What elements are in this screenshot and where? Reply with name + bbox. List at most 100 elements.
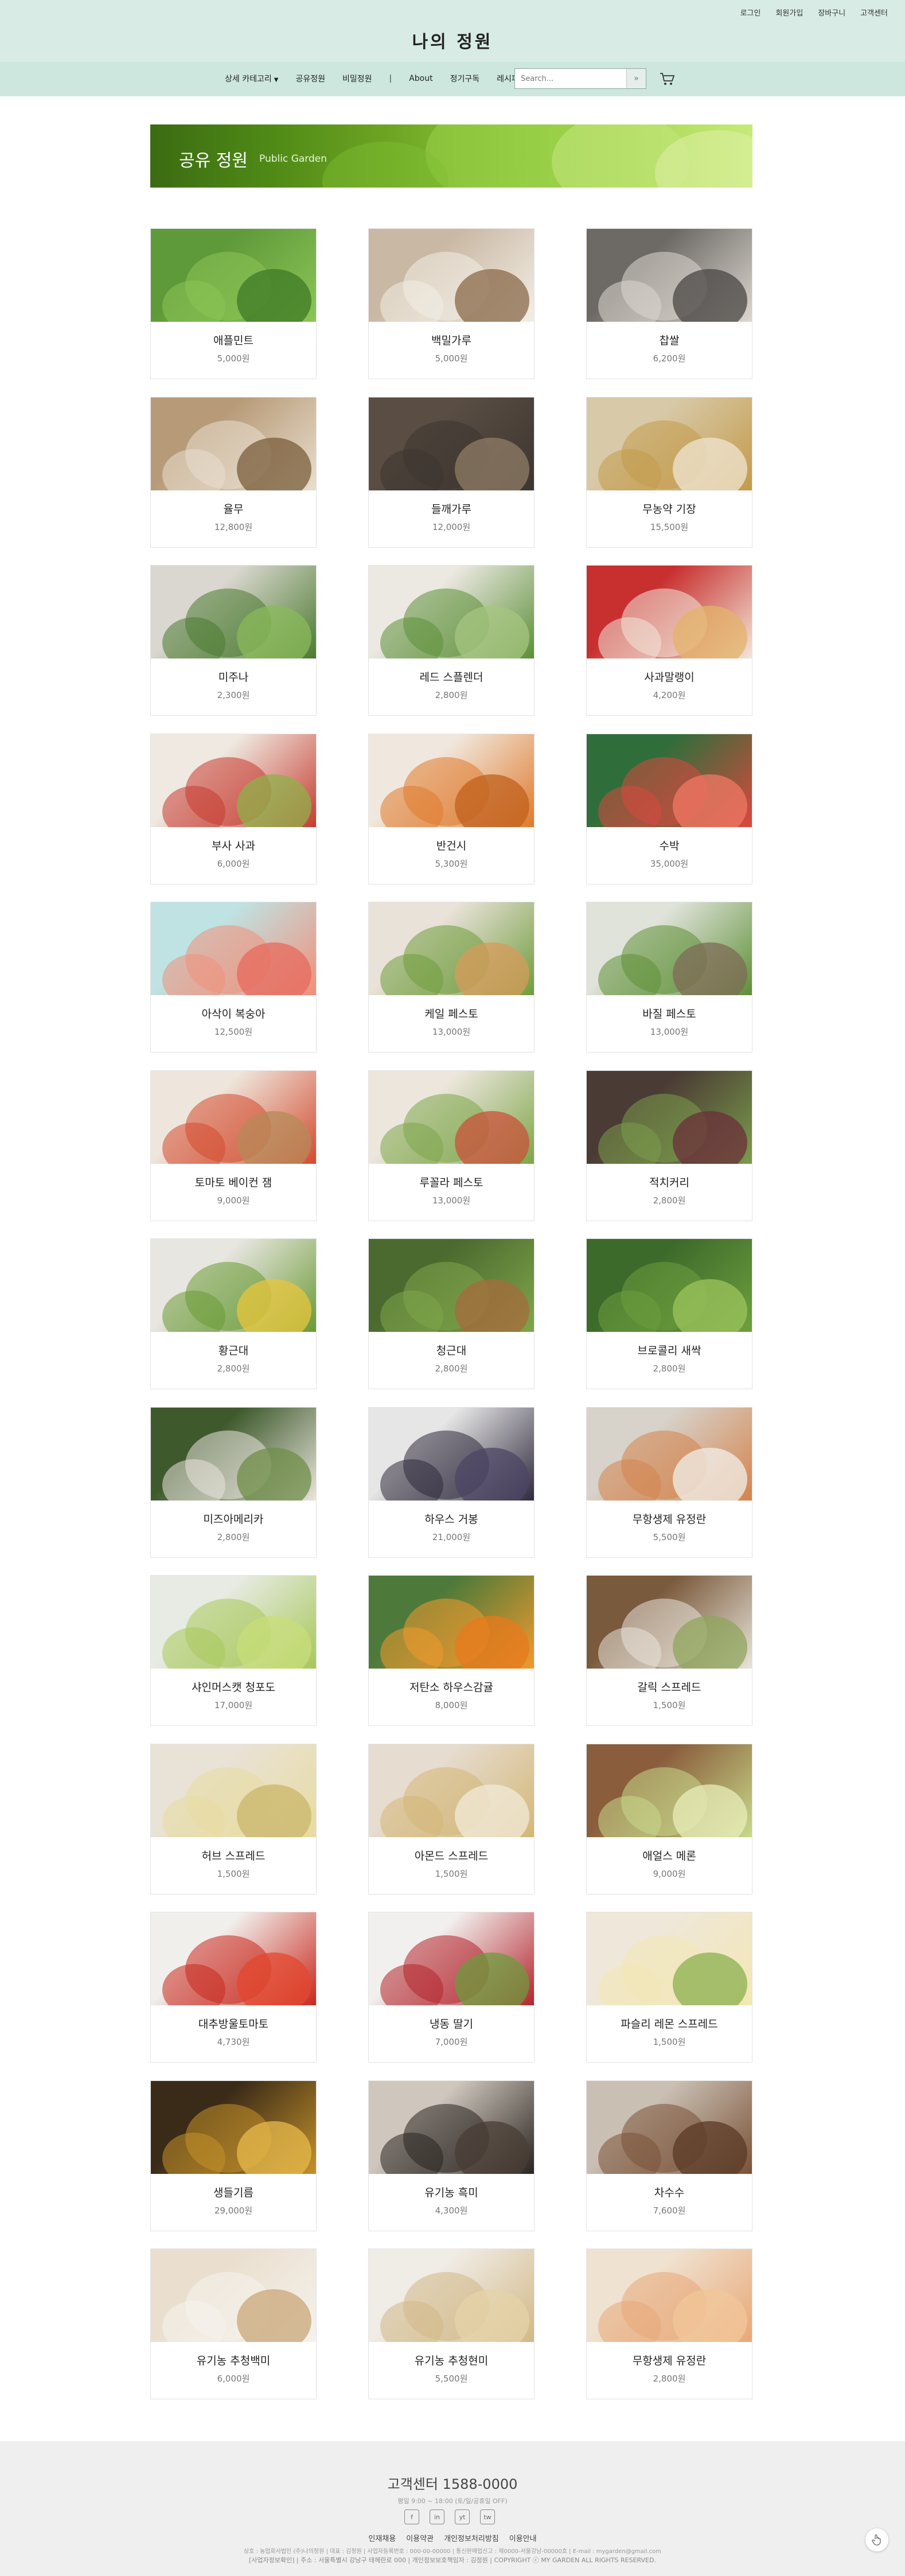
product-card[interactable]: 저탄소 하우스감귤 8,000원 <box>368 1575 535 1726</box>
product-image[interactable] <box>151 1576 316 1669</box>
customer-center-link[interactable]: 고객센터 <box>860 7 888 18</box>
youtube-icon[interactable]: yt <box>455 2509 470 2524</box>
product-card[interactable]: 차수수 7,600원 <box>586 2080 752 2231</box>
nav-category-dropdown[interactable]: 상세 카테고리 ▼ <box>225 73 278 84</box>
product-card[interactable]: 허브 스프레드 1,500원 <box>150 1744 317 1895</box>
product-image[interactable] <box>151 397 316 490</box>
product-card[interactable]: 유기농 추청현미 5,500원 <box>368 2248 535 2399</box>
pointer-hand-icon[interactable] <box>865 2528 889 2552</box>
product-image[interactable] <box>369 1576 534 1669</box>
nav-item-public-garden[interactable]: 공유정원 <box>295 73 325 84</box>
product-image[interactable] <box>369 1239 534 1332</box>
product-card[interactable]: 찹쌀 6,200원 <box>586 228 752 379</box>
product-card[interactable]: 수박 35,000원 <box>586 734 752 884</box>
product-image[interactable] <box>587 1744 752 1837</box>
product-image[interactable] <box>587 397 752 490</box>
product-card[interactable]: 아몬드 스프레드 1,500원 <box>368 1744 535 1895</box>
instagram-icon[interactable]: in <box>430 2509 444 2524</box>
nav-item-about[interactable]: About <box>409 74 432 83</box>
product-image[interactable] <box>587 1576 752 1669</box>
product-image[interactable] <box>369 566 534 658</box>
product-image[interactable] <box>151 734 316 827</box>
product-card[interactable]: 토마토 베이컨 잼 9,000원 <box>150 1070 317 1221</box>
product-image[interactable] <box>369 2249 534 2342</box>
product-image[interactable] <box>151 902 316 995</box>
product-card[interactable]: 백밀가루 5,000원 <box>368 228 535 379</box>
product-card[interactable]: 사과말랭이 4,200원 <box>586 565 752 716</box>
product-image[interactable] <box>151 2081 316 2174</box>
product-image[interactable] <box>151 1071 316 1164</box>
product-card[interactable]: 유기농 흑미 4,300원 <box>368 2080 535 2231</box>
product-image[interactable] <box>587 734 752 827</box>
product-card[interactable]: 생들기름 29,000원 <box>150 2080 317 2231</box>
product-image[interactable] <box>151 2249 316 2342</box>
product-card[interactable]: 들깨가루 12,000원 <box>368 397 535 548</box>
product-image[interactable] <box>151 1239 316 1332</box>
product-card[interactable]: 황근대 2,800원 <box>150 1238 317 1389</box>
cart-link[interactable]: 장바구니 <box>818 7 845 18</box>
product-image[interactable] <box>369 1071 534 1164</box>
facebook-icon[interactable]: f <box>404 2509 419 2524</box>
product-card[interactable]: 갈릭 스프레드 1,500원 <box>586 1575 752 1726</box>
product-card[interactable]: 케일 페스토 13,000원 <box>368 902 535 1053</box>
product-card[interactable]: 청근대 2,800원 <box>368 1238 535 1389</box>
product-card[interactable]: 루꼴라 페스토 13,000원 <box>368 1070 535 1221</box>
product-card[interactable]: 대추방울토마토 4,730원 <box>150 1912 317 2063</box>
product-image[interactable] <box>369 1408 534 1501</box>
product-card[interactable]: 아삭이 복숭아 12,500원 <box>150 902 317 1053</box>
site-title[interactable]: 나의 정원 <box>0 28 905 53</box>
product-image[interactable] <box>151 1912 316 2005</box>
product-card[interactable]: 샤인머스캣 청포도 17,000원 <box>150 1575 317 1726</box>
footer-link-guide[interactable]: 이용안내 <box>509 2532 537 2543</box>
product-card[interactable]: 바질 페스토 13,000원 <box>586 902 752 1053</box>
nav-item-secret-garden[interactable]: 비밀정원 <box>342 73 372 84</box>
footer-link-terms[interactable]: 이용약관 <box>406 2532 434 2543</box>
product-card[interactable]: 애얼스 메론 9,000원 <box>586 1744 752 1895</box>
product-card[interactable]: 율무 12,800원 <box>150 397 317 548</box>
product-image[interactable] <box>587 2081 752 2174</box>
footer-link-privacy[interactable]: 개인정보처리방침 <box>444 2532 499 2543</box>
product-image[interactable] <box>369 734 534 827</box>
product-image[interactable] <box>369 1912 534 2005</box>
product-image[interactable] <box>587 1408 752 1501</box>
product-image[interactable] <box>369 397 534 490</box>
twitter-icon[interactable]: tw <box>480 2509 495 2524</box>
product-image[interactable] <box>587 1239 752 1332</box>
product-image[interactable] <box>151 229 316 322</box>
product-card[interactable]: 무항생제 유정란 5,500원 <box>586 1407 752 1558</box>
product-image[interactable] <box>369 2081 534 2174</box>
product-card[interactable]: 반건시 5,300원 <box>368 734 535 884</box>
product-image[interactable] <box>151 1408 316 1501</box>
product-image[interactable] <box>151 566 316 658</box>
product-image[interactable] <box>587 902 752 995</box>
product-image[interactable] <box>587 566 752 658</box>
product-card[interactable]: 부사 사과 6,000원 <box>150 734 317 884</box>
product-image[interactable] <box>369 902 534 995</box>
signup-link[interactable]: 회원가입 <box>775 7 803 18</box>
product-image[interactable] <box>151 1744 316 1837</box>
product-image[interactable] <box>587 1071 752 1164</box>
product-card[interactable]: 적치커리 2,800원 <box>586 1070 752 1221</box>
footer-link-careers[interactable]: 인재채용 <box>368 2532 396 2543</box>
product-card[interactable]: 미즈아메리카 2,800원 <box>150 1407 317 1558</box>
product-image[interactable] <box>369 229 534 322</box>
product-card[interactable]: 하우스 거봉 21,000원 <box>368 1407 535 1558</box>
product-image[interactable] <box>587 2249 752 2342</box>
search-input[interactable] <box>515 69 626 88</box>
product-image[interactable] <box>587 1912 752 2005</box>
nav-item-subscription[interactable]: 정기구독 <box>450 73 480 84</box>
search-button[interactable]: » <box>626 69 646 88</box>
product-card[interactable]: 유기농 추청백미 6,000원 <box>150 2248 317 2399</box>
product-card[interactable]: 무농약 기장 15,500원 <box>586 397 752 548</box>
product-card[interactable]: 미주나 2,300원 <box>150 565 317 716</box>
cart-icon[interactable] <box>658 70 676 87</box>
product-card[interactable]: 레드 스플렌더 2,800원 <box>368 565 535 716</box>
product-card[interactable]: 브로콜리 새싹 2,800원 <box>586 1238 752 1389</box>
product-image[interactable] <box>587 229 752 322</box>
product-card[interactable]: 무항생제 유정란 2,800원 <box>586 2248 752 2399</box>
product-card[interactable]: 애플민트 5,000원 <box>150 228 317 379</box>
product-image[interactable] <box>369 1744 534 1837</box>
login-link[interactable]: 로그인 <box>740 7 761 18</box>
product-card[interactable]: 냉동 딸기 7,000원 <box>368 1912 535 2063</box>
product-card[interactable]: 파슬리 레몬 스프레드 1,500원 <box>586 1912 752 2063</box>
